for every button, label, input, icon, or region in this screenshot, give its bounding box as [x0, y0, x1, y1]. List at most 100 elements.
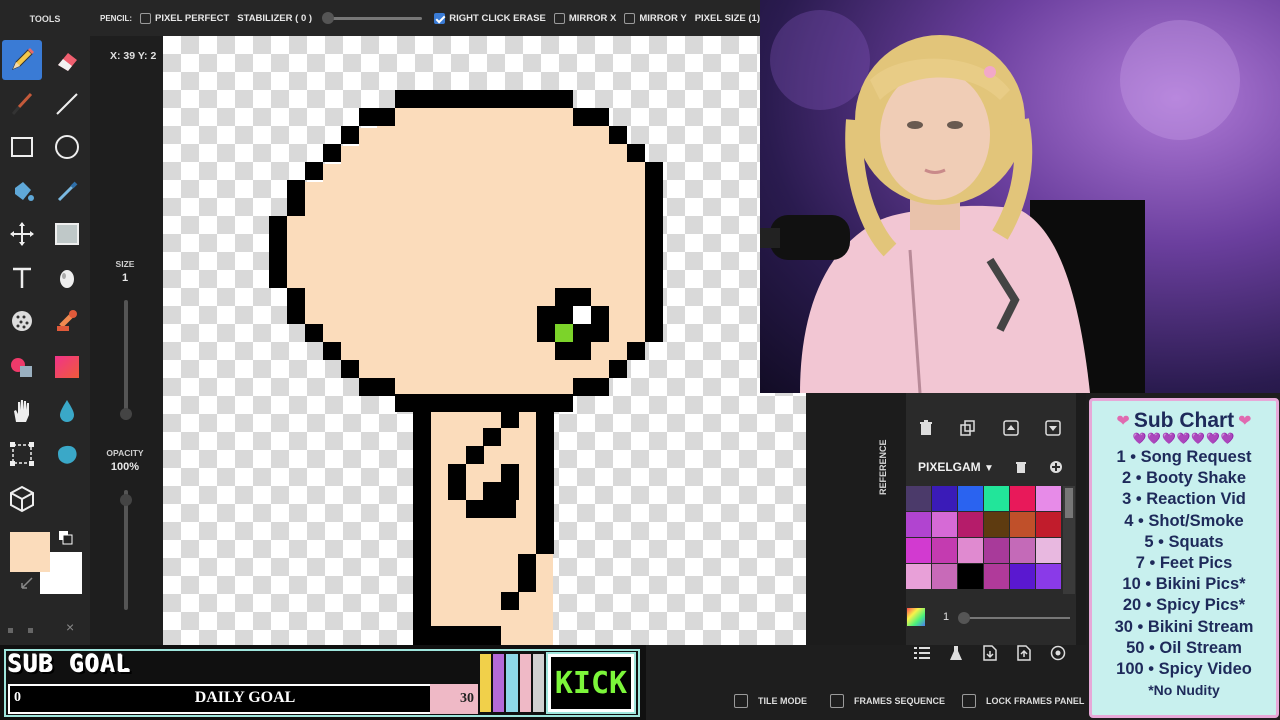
move-tool[interactable] — [2, 214, 42, 254]
opacity-slider-knob[interactable] — [120, 494, 132, 506]
add-color-icon[interactable] — [1046, 457, 1066, 477]
crop-tool[interactable] — [2, 434, 42, 474]
mirror-x-option[interactable]: MIRROR X — [553, 12, 616, 24]
sub-goal-stripes — [480, 654, 545, 712]
move-up-icon[interactable] — [1001, 418, 1021, 438]
palette-swatch[interactable] — [1010, 486, 1035, 511]
delete-frame-icon[interactable] — [916, 418, 936, 438]
tile-mode-option[interactable]: TILE MODE — [734, 694, 807, 708]
3d-cube-icon — [10, 485, 34, 513]
brush-size-knob[interactable] — [958, 612, 970, 624]
shading-icon — [60, 270, 74, 288]
3d-cube-tool[interactable] — [2, 479, 42, 519]
palette-name-text: PIXELGAM — [918, 460, 981, 474]
reference-tab[interactable] — [878, 393, 906, 645]
import-file-icon[interactable] — [980, 643, 1000, 663]
frames-sequence-option[interactable]: FRAMES SEQUENCE — [830, 694, 945, 708]
ellipse-tool[interactable] — [47, 127, 87, 167]
mirror-y-checkbox[interactable] — [624, 12, 636, 24]
palette-swatch[interactable] — [984, 486, 1009, 511]
text-tool[interactable] — [2, 258, 42, 298]
palette-swatch[interactable] — [906, 486, 931, 511]
bucket-fill-tool[interactable] — [2, 171, 42, 211]
palette-swatch[interactable] — [1010, 538, 1035, 563]
palette-swatch[interactable] — [984, 564, 1009, 589]
shading-tool[interactable] — [47, 258, 87, 298]
palette-swatch[interactable] — [906, 564, 931, 589]
gradient-icon — [55, 356, 79, 378]
opacity-slider[interactable] — [124, 490, 128, 610]
palette-scrollbar-thumb[interactable] — [1065, 488, 1073, 518]
palette-swatch[interactable] — [1010, 512, 1035, 537]
palette-swatch[interactable] — [1036, 486, 1061, 511]
frames-sequence-checkbox[interactable] — [830, 694, 844, 708]
drawing-canvas[interactable] — [163, 36, 806, 645]
right-click-erase-option[interactable]: RIGHT CLICK ERASE — [434, 12, 546, 24]
pencil-tool[interactable] — [2, 40, 42, 80]
palette-swatch[interactable] — [906, 512, 931, 537]
palette-swatch[interactable] — [1036, 564, 1061, 589]
lock-frames-panel-option[interactable]: LOCK FRAMES PANEL — [962, 694, 1084, 708]
palette-swatch[interactable] — [932, 486, 957, 511]
hand-tool[interactable] — [2, 391, 42, 431]
blob-tool[interactable] — [47, 434, 87, 474]
webcam-feed — [760, 0, 1280, 393]
color-replace-tool[interactable] — [2, 347, 42, 387]
pixel-perfect-option[interactable]: PIXEL PERFECT — [140, 12, 230, 24]
palette-scrollbar[interactable] — [1063, 486, 1075, 594]
right-click-erase-checkbox[interactable] — [434, 12, 446, 24]
pixel-perfect-checkbox[interactable] — [140, 12, 151, 24]
palette-swatch[interactable] — [932, 564, 957, 589]
stabilizer-slider[interactable] — [322, 11, 423, 24]
duplicate-icon[interactable] — [958, 418, 978, 438]
palette-swatch[interactable] — [1036, 538, 1061, 563]
eraser-tool[interactable] — [47, 40, 87, 80]
gradient-tool[interactable] — [47, 347, 87, 387]
move-down-icon[interactable] — [1043, 418, 1063, 438]
swap-colors-icon[interactable] — [58, 530, 74, 546]
tile-mode-checkbox[interactable] — [734, 694, 748, 708]
palette-swatch[interactable] — [984, 538, 1009, 563]
delete-palette-icon[interactable] — [1011, 457, 1031, 477]
size-slider-knob[interactable] — [120, 408, 132, 420]
hearts-divider: 💜💜💜💜💜💜💜 — [1132, 433, 1236, 445]
stamp-tool[interactable] — [47, 301, 87, 341]
mirror-y-option[interactable]: MIRROR Y — [624, 12, 687, 24]
palette-swatch[interactable] — [1036, 512, 1061, 537]
pixel-perfect-label: PIXEL PERFECT — [155, 12, 230, 24]
color-wheel-icon[interactable] — [906, 607, 926, 627]
foreground-color-swatch[interactable] — [10, 532, 50, 572]
select-rect-tool[interactable] — [47, 214, 87, 254]
reference-label[interactable]: REFERENCE — [878, 432, 906, 502]
stabilizer-slider-knob[interactable] — [322, 11, 335, 24]
brush-tool[interactable] — [2, 84, 42, 124]
palette-swatch[interactable] — [958, 486, 983, 511]
line-tool[interactable] — [47, 84, 87, 124]
tools-panel: TOOLS × — [0, 0, 90, 645]
eyedropper-tool[interactable] — [47, 171, 87, 211]
list-view-icon[interactable] — [912, 643, 932, 663]
mirror-x-checkbox[interactable] — [553, 12, 565, 24]
palette-swatch[interactable] — [984, 512, 1009, 537]
palette-swatch[interactable] — [1010, 564, 1035, 589]
palette-swatch[interactable] — [958, 564, 983, 589]
palette-swatch[interactable] — [958, 512, 983, 537]
export-file-icon[interactable] — [1014, 643, 1034, 663]
dither-tool[interactable] — [2, 301, 42, 341]
palette-swatch[interactable] — [932, 538, 957, 563]
lock-frames-panel-checkbox[interactable] — [962, 694, 976, 708]
lock-frames-panel-label: LOCK FRAMES PANEL — [986, 696, 1085, 706]
rectangle-tool[interactable] — [2, 127, 42, 167]
palette-name[interactable]: PIXELGAM ▼ — [918, 460, 994, 474]
blur-tool[interactable] — [47, 391, 87, 431]
sub-chart-list: 1 • Song Request 2 • Booty Shake 3 • Rea… — [1092, 447, 1276, 680]
palette-swatch[interactable] — [958, 538, 983, 563]
reset-colors-icon[interactable] — [20, 576, 34, 590]
settings-circle-icon[interactable] — [1048, 643, 1068, 663]
size-slider[interactable] — [124, 300, 128, 420]
flask-icon[interactable] — [946, 643, 966, 663]
palette-swatch[interactable] — [906, 538, 931, 563]
palette-swatch[interactable] — [932, 512, 957, 537]
brush-size-slider[interactable] — [958, 612, 1070, 624]
pixel-size-label[interactable]: PIXEL SIZE (1) — [695, 13, 760, 24]
